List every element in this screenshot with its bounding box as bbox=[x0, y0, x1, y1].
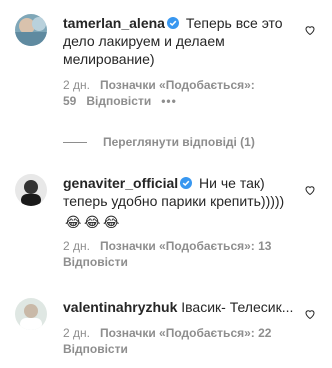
laughing-emoji: 😂 bbox=[84, 214, 101, 230]
comment-meta: 2 дн. Позначки «Подобається»: 22 Відповіс… bbox=[63, 325, 298, 357]
comment-meta: 2 дн. Позначки «Подобається»: 13 Відповіс… bbox=[63, 238, 298, 270]
comment-age[interactable]: 2 дн. bbox=[63, 239, 90, 253]
avatar[interactable] bbox=[15, 14, 47, 46]
view-replies-button[interactable]: Переглянути відповіді (1) bbox=[63, 135, 255, 149]
comment-meta: 2 дн. Позначки «Подобається»: 59 Відповіст… bbox=[63, 77, 298, 109]
comment-body: valentinahryzhuk Івасик- Телесик... 2 дн… bbox=[63, 298, 298, 357]
heart-outline-icon[interactable] bbox=[304, 308, 316, 320]
divider bbox=[63, 141, 87, 143]
verified-badge-icon bbox=[180, 177, 193, 189]
reply-button[interactable]: Відповісти bbox=[63, 342, 128, 356]
heart-outline-icon[interactable] bbox=[304, 184, 316, 196]
reply-button[interactable]: Відповісти bbox=[63, 255, 128, 269]
avatar[interactable] bbox=[15, 298, 47, 330]
view-replies-label: Переглянути відповіді (1) bbox=[103, 135, 255, 149]
comment-age[interactable]: 2 дн. bbox=[63, 326, 90, 340]
heart-outline-icon[interactable] bbox=[304, 24, 316, 36]
username-link[interactable]: genaviter_official bbox=[63, 175, 178, 191]
comment-body: tamerlan_alena Теперь все это дело лакир… bbox=[63, 14, 298, 109]
likes-count[interactable]: Позначки «Подобається»: 22 bbox=[100, 326, 271, 340]
comment-age[interactable]: 2 дн. bbox=[63, 78, 90, 92]
reply-button[interactable]: Відповісти bbox=[86, 94, 151, 108]
username-link[interactable]: tamerlan_alena bbox=[63, 15, 165, 31]
avatar[interactable] bbox=[15, 174, 47, 206]
laughing-emoji: 😂 bbox=[65, 214, 82, 230]
verified-badge-icon bbox=[166, 17, 179, 29]
username-link[interactable]: valentinahryzhuk bbox=[63, 299, 177, 315]
likes-count[interactable]: Позначки «Подобається»: 13 bbox=[100, 239, 271, 253]
comment-body: genaviter_official Ни че так) теперь удо… bbox=[63, 174, 298, 270]
laughing-emoji: 😂 bbox=[103, 214, 120, 230]
emoji-row: 😂 😂 😂 bbox=[65, 211, 122, 230]
more-options-icon[interactable]: ••• bbox=[161, 94, 177, 108]
comment-text: Івасик- Телесик... bbox=[181, 299, 294, 315]
